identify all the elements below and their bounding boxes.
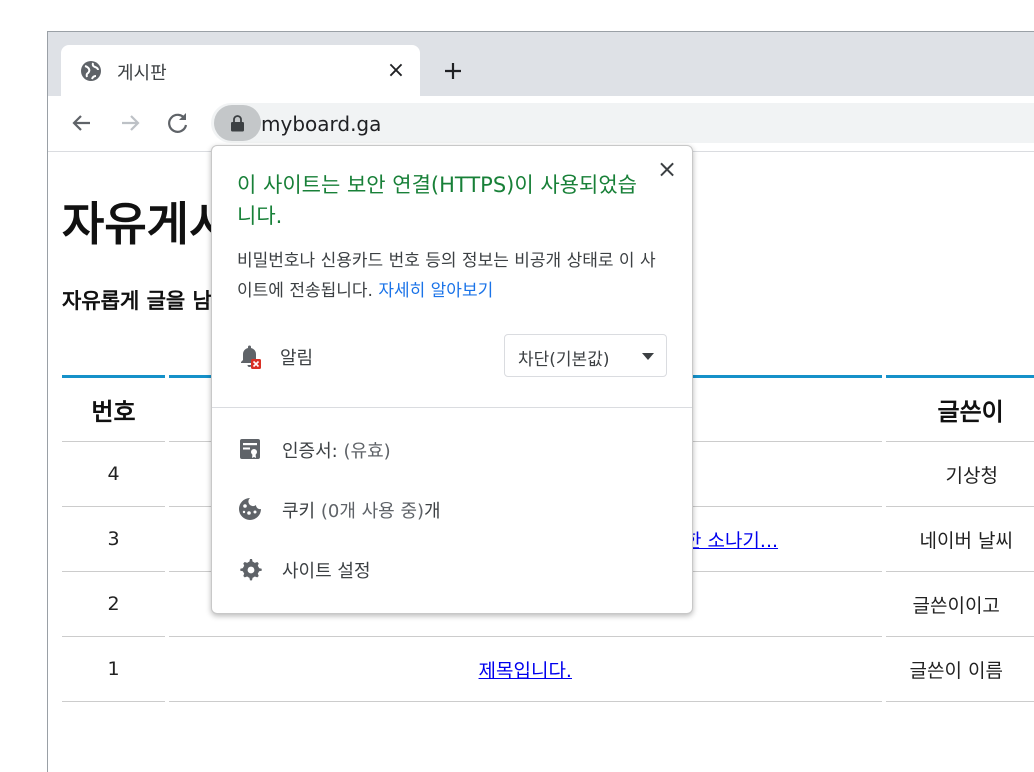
tab-board[interactable]: 게시판 × [61, 45, 420, 96]
table-row: 1 제목입니다. 글쓴이 이름 [62, 637, 1034, 702]
notifications-select[interactable]: 차단(기본값) [504, 334, 667, 377]
cell-author: 기상청 [886, 442, 1034, 507]
cell-number: 4 [62, 442, 165, 507]
browser-toolbar: myboard.ga [48, 96, 1034, 152]
tab-strip: 게시판 × [48, 32, 1034, 96]
notifications-label: 알림 [280, 344, 313, 370]
tab-title: 게시판 [117, 59, 167, 85]
site-info-popup: × 이 사이트는 보안 연결(HTTPS)이 사용되었습니다. 비밀번호나 신용… [211, 145, 693, 614]
certificate-item[interactable]: 인증서: (유효) [237, 428, 667, 468]
cell-number: 2 [62, 572, 165, 637]
reload-icon[interactable] [164, 109, 192, 137]
site-info-button[interactable] [214, 105, 261, 141]
connection-secure-title: 이 사이트는 보안 연결(HTTPS)이 사용되었습니다. [237, 170, 647, 232]
popup-divider [212, 407, 692, 408]
site-settings-item[interactable]: 사이트 설정 [237, 548, 667, 588]
popup-close-icon[interactable]: × [654, 156, 680, 182]
learn-more-link[interactable]: 자세히 알아보기 [378, 281, 493, 301]
dropdown-arrow-icon [642, 353, 654, 360]
cell-number: 1 [62, 637, 165, 702]
cell-author: 글쓴이 이름 [886, 637, 1034, 702]
tab-close-icon[interactable]: × [383, 57, 409, 83]
globe-icon [79, 59, 103, 83]
forward-arrow-icon[interactable] [116, 109, 144, 137]
certificate-label: 인증서: (유효) [282, 437, 391, 463]
cell-number: 3 [62, 507, 165, 572]
column-header-author: 글쓴이 [886, 375, 1034, 442]
cell-title: 제목입니다. [169, 637, 881, 702]
cell-author: 글쓴이이고 [886, 572, 1034, 637]
new-tab-button[interactable] [438, 56, 468, 86]
column-header-number: 번호 [62, 375, 165, 442]
cookies-item[interactable]: 쿠키 (0개 사용 중)개 [237, 488, 667, 528]
site-settings-label: 사이트 설정 [282, 557, 371, 583]
plus-icon [443, 61, 463, 81]
back-arrow-icon[interactable] [68, 109, 96, 137]
lock-icon [230, 114, 245, 132]
notifications-select-value: 차단(기본값) [518, 345, 609, 370]
certificate-icon [237, 436, 263, 462]
cookie-icon [237, 496, 263, 522]
notification-blocked-icon [237, 344, 263, 370]
cookies-label: 쿠키 (0개 사용 중)개 [282, 497, 441, 523]
post-link[interactable]: 제목입니다. [479, 660, 572, 682]
gear-icon [237, 556, 263, 582]
url-text[interactable]: myboard.ga [261, 112, 381, 136]
connection-description: 비밀번호나 신용카드 번호 등의 정보는 비공개 상태로 이 사이트에 전송됩니… [237, 246, 667, 306]
cell-author: 네이버 날씨 [886, 507, 1034, 572]
permission-notifications: 알림 차단(기본값) [237, 334, 669, 379]
